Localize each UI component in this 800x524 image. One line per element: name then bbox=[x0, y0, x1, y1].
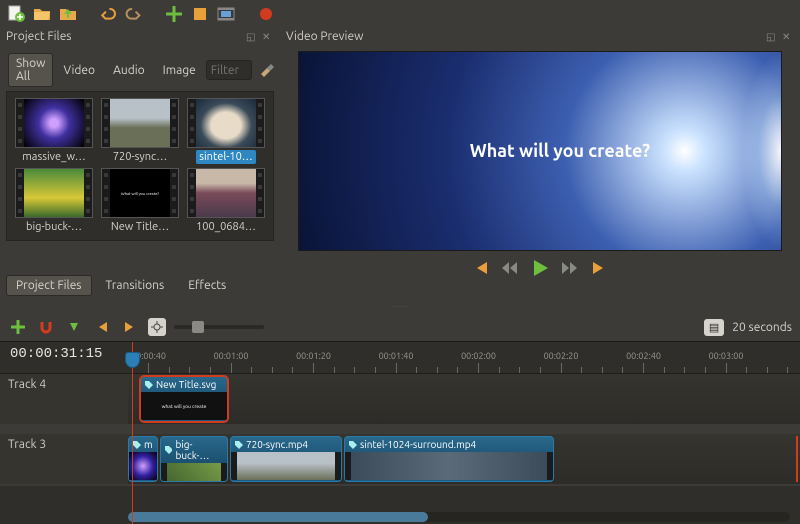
open-project-button[interactable] bbox=[32, 4, 52, 24]
snap-button[interactable] bbox=[36, 317, 56, 337]
project-files-header: Project Files ◱ ✕ bbox=[0, 28, 280, 49]
clear-filter-icon[interactable] bbox=[258, 61, 274, 79]
media-item[interactable]: big-buck-… bbox=[13, 168, 95, 234]
zoom-slider[interactable] bbox=[174, 325, 264, 329]
fast-forward-button[interactable] bbox=[561, 261, 579, 275]
tab-project-files[interactable]: Project Files bbox=[6, 275, 92, 296]
playhead[interactable] bbox=[132, 342, 133, 524]
clip-name: sintel-1024-surround.mp4 bbox=[360, 439, 476, 450]
add-track-button[interactable] bbox=[8, 317, 28, 337]
timeline-toolbar: ▤ 20 seconds bbox=[0, 313, 800, 341]
clip[interactable]: sintel-1024-surround.mp4 bbox=[344, 436, 554, 482]
clip-thumbnail bbox=[345, 452, 553, 480]
media-item[interactable]: What will you create? New Title… bbox=[99, 168, 181, 234]
duration-label: 20 seconds bbox=[732, 321, 792, 334]
jump-start-button[interactable] bbox=[471, 260, 489, 276]
timeline-track: Track 3 m big-buck-… 720-sync.mp4 sintel… bbox=[0, 434, 800, 486]
export-button[interactable] bbox=[216, 4, 236, 24]
filter-row: Show All Video Audio Image bbox=[0, 49, 280, 91]
tab-transitions[interactable]: Transitions bbox=[96, 275, 175, 296]
center-playhead-button[interactable] bbox=[148, 318, 166, 336]
media-label: massive_w… bbox=[19, 150, 88, 164]
media-grid: massive_w… 720-sync… sintel-10… big-buck… bbox=[6, 91, 274, 241]
media-item[interactable]: 720-sync… bbox=[99, 98, 181, 164]
media-label: New Title… bbox=[108, 220, 172, 234]
main-toolbar bbox=[0, 0, 800, 28]
tag-icon bbox=[235, 441, 243, 449]
undock-icon[interactable]: ◱ bbox=[766, 31, 778, 43]
play-button[interactable] bbox=[531, 259, 549, 277]
media-item[interactable]: sintel-10… bbox=[185, 98, 267, 164]
current-timecode: 00:00:31:15 bbox=[10, 346, 102, 362]
clip-name: New Title.svg bbox=[156, 379, 216, 390]
clip-thumbnail bbox=[161, 463, 227, 482]
clip-name: big-buck-… bbox=[175, 439, 223, 461]
tag-icon bbox=[349, 441, 357, 449]
rewind-button[interactable] bbox=[501, 261, 519, 275]
clip-name: 720-sync.mp4 bbox=[246, 439, 308, 450]
tag-icon bbox=[145, 381, 153, 389]
media-label: 720-sync… bbox=[110, 150, 170, 164]
timeline-track: Track 4 New Title.svg what will you crea… bbox=[0, 374, 800, 426]
clip-name: m bbox=[144, 439, 153, 450]
track-content[interactable]: m big-buck-… 720-sync.mp4 sintel-1024-su… bbox=[128, 434, 800, 484]
add-media-button[interactable] bbox=[164, 4, 184, 24]
preview-video: What will you create? bbox=[298, 51, 782, 251]
tag-icon bbox=[133, 441, 141, 449]
track-label[interactable]: Track 3 bbox=[0, 434, 128, 484]
marker-button[interactable] bbox=[190, 4, 210, 24]
clip[interactable]: big-buck-… bbox=[160, 436, 228, 482]
tab-effects[interactable]: Effects bbox=[178, 275, 236, 296]
preview-header: Video Preview ◱ ✕ bbox=[280, 28, 800, 49]
timeline-mode-icon[interactable]: ▤ bbox=[704, 319, 724, 336]
preview-panel: Video Preview ◱ ✕ What will you create? bbox=[280, 28, 800, 300]
add-marker-button[interactable] bbox=[64, 317, 84, 337]
save-project-button[interactable] bbox=[58, 4, 78, 24]
jump-end-button[interactable] bbox=[591, 260, 609, 276]
redo-button[interactable] bbox=[124, 4, 144, 24]
filter-image[interactable]: Image bbox=[155, 60, 204, 81]
media-item[interactable]: massive_w… bbox=[13, 98, 95, 164]
preview-title: Video Preview bbox=[286, 30, 363, 43]
close-icon[interactable]: ✕ bbox=[262, 31, 274, 43]
media-label: 100_0684… bbox=[193, 220, 259, 234]
preview-controls bbox=[280, 255, 800, 281]
clip-thumbnail bbox=[231, 452, 341, 480]
filter-input[interactable] bbox=[206, 60, 252, 80]
close-icon[interactable]: ✕ bbox=[782, 31, 794, 43]
preview-overlay-text: What will you create? bbox=[470, 141, 650, 161]
record-button[interactable] bbox=[256, 4, 276, 24]
filter-video[interactable]: Video bbox=[55, 60, 103, 81]
track-content[interactable]: New Title.svg what will you create bbox=[128, 374, 800, 424]
undo-button[interactable] bbox=[98, 4, 118, 24]
next-marker-button[interactable] bbox=[120, 317, 140, 337]
clip-thumbnail bbox=[129, 452, 157, 480]
timeline-ruler[interactable]: 00:00:31:15 00:00:4000:01:0000:01:2000:0… bbox=[0, 342, 800, 374]
filter-audio[interactable]: Audio bbox=[105, 60, 153, 81]
undock-icon[interactable]: ◱ bbox=[246, 31, 258, 43]
track-label[interactable]: Track 4 bbox=[0, 374, 128, 424]
clip-thumbnail: what will you create bbox=[141, 392, 227, 420]
splitter-handle[interactable]: ······ bbox=[0, 300, 800, 313]
filter-show-all[interactable]: Show All bbox=[8, 53, 53, 87]
new-project-button[interactable] bbox=[6, 4, 26, 24]
timeline: 00:00:31:15 00:00:4000:01:0000:01:2000:0… bbox=[0, 341, 800, 524]
clip[interactable]: New Title.svg what will you create bbox=[140, 376, 228, 422]
project-files-panel: Project Files ◱ ✕ Show All Video Audio I… bbox=[0, 28, 280, 300]
tag-icon bbox=[165, 446, 172, 454]
timeline-scrollbar[interactable] bbox=[128, 512, 790, 522]
clip-edge-marker bbox=[796, 436, 798, 482]
media-label: sintel-10… bbox=[196, 150, 256, 164]
prev-marker-button[interactable] bbox=[92, 317, 112, 337]
media-item[interactable]: 100_0684… bbox=[185, 168, 267, 234]
clip[interactable]: 720-sync.mp4 bbox=[230, 436, 342, 482]
main-row: Project Files ◱ ✕ Show All Video Audio I… bbox=[0, 28, 800, 300]
project-files-title: Project Files bbox=[6, 30, 72, 43]
project-tabs: Project Files Transitions Effects bbox=[0, 271, 280, 300]
media-label: big-buck-… bbox=[23, 220, 85, 234]
